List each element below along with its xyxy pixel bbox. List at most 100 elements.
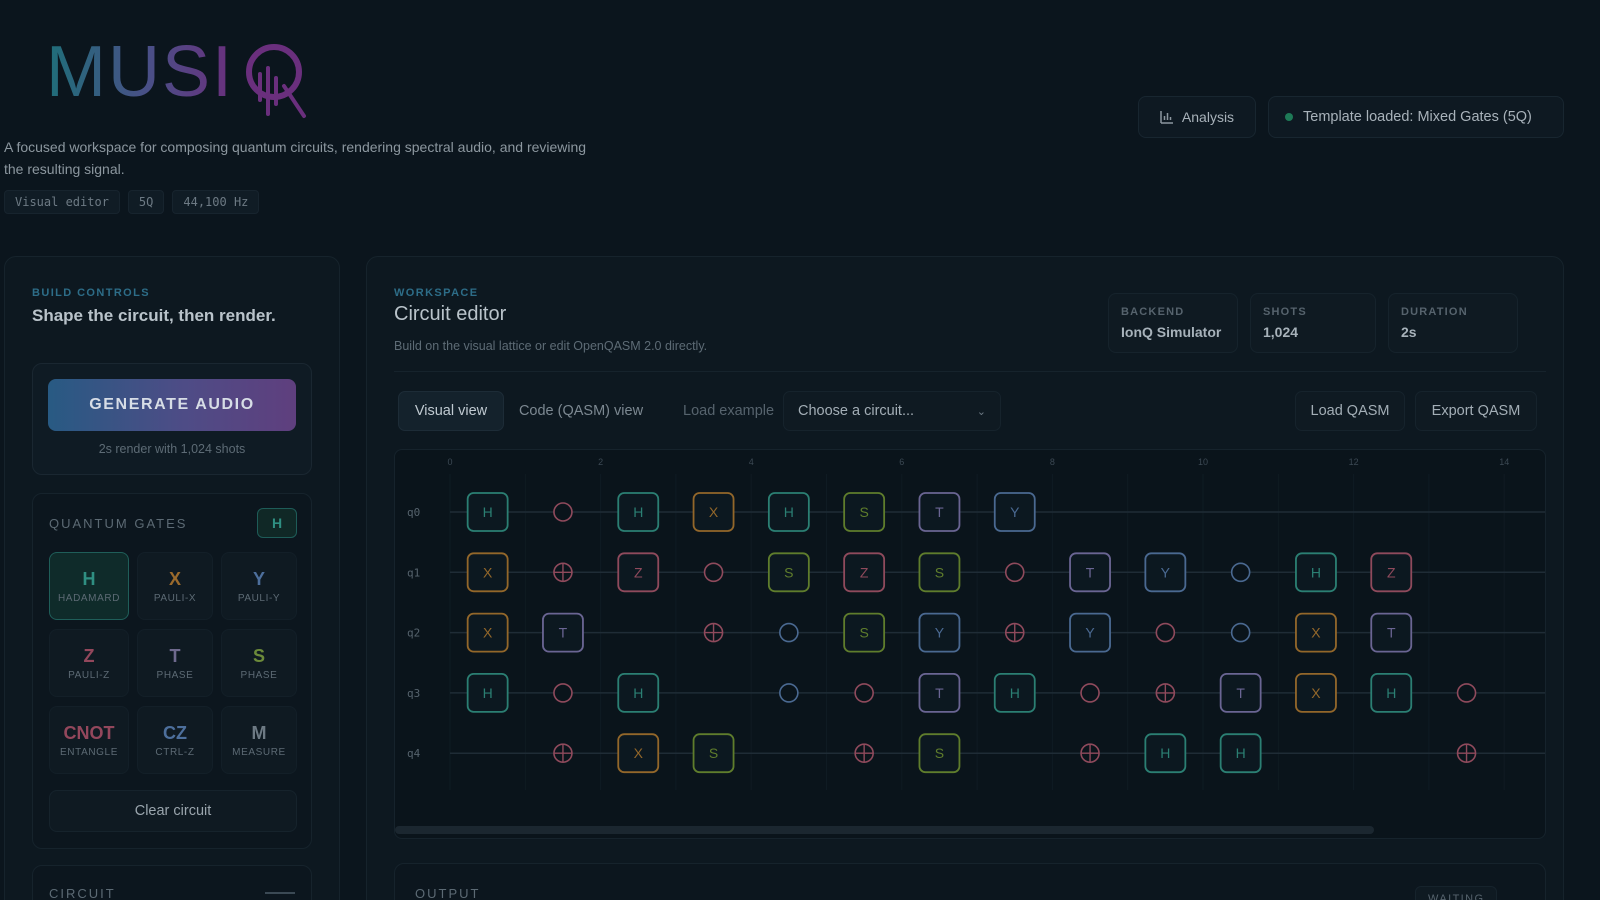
gate-h-block[interactable]: H — [617, 672, 660, 713]
column-tick-label: 0 — [447, 457, 452, 467]
cnot-target-icon[interactable] — [703, 622, 724, 643]
app-tagline: A focused workspace for composing quantu… — [4, 139, 587, 177]
gate-label: Z — [634, 564, 643, 580]
gate-h-block[interactable]: H — [993, 672, 1036, 713]
control-dot-icon[interactable] — [1230, 622, 1251, 643]
output-eyebrow: OUTPUT — [415, 886, 481, 900]
column-tick-label: 8 — [1050, 457, 1055, 467]
gate-t-block[interactable]: T — [542, 612, 584, 653]
control-dot-icon[interactable] — [854, 683, 874, 703]
gate-label: X — [1311, 625, 1321, 641]
gate-h-block[interactable]: H — [1219, 733, 1262, 774]
clear-circuit-button[interactable]: Clear circuit — [49, 790, 297, 832]
control-dot-icon[interactable] — [703, 562, 724, 583]
workspace-eyebrow: WORKSPACE — [394, 287, 479, 299]
gate-h-block[interactable]: H — [466, 492, 509, 532]
gate-s-block[interactable]: S — [692, 733, 735, 774]
control-dot-icon[interactable] — [779, 622, 799, 643]
cnot-target-icon[interactable] — [1456, 743, 1477, 764]
bar-chart-icon — [1160, 111, 1173, 124]
horizontal-scrollbar[interactable] — [395, 826, 1374, 834]
gate-h-block[interactable]: H — [1370, 672, 1413, 713]
example-circuit-select[interactable]: Choose a circuit... ⌄ — [783, 391, 1001, 431]
select-value: Choose a circuit... — [798, 403, 915, 419]
column-tick-label: 2 — [598, 457, 603, 467]
gate-label: S — [709, 745, 718, 761]
gate-tile-phase[interactable]: S PHASE — [221, 629, 297, 697]
gate-s-block[interactable]: S — [843, 492, 886, 532]
quantum-gates-eyebrow: QUANTUM GATES — [49, 516, 188, 531]
gate-name: CTRL-Z — [155, 746, 195, 758]
gate-label: H — [633, 504, 643, 520]
control-dot-icon[interactable] — [1004, 562, 1025, 583]
load-qasm-button[interactable]: Load QASM — [1295, 391, 1405, 431]
gate-s-block[interactable]: S — [918, 552, 961, 593]
gate-t-block[interactable]: T — [1219, 672, 1262, 713]
gate-x-block[interactable]: X — [1295, 612, 1337, 653]
control-dot-icon[interactable] — [1080, 683, 1100, 703]
collapse-line-icon[interactable] — [265, 892, 295, 894]
cnot-target-icon[interactable] — [553, 743, 573, 764]
circuit-diagram[interactable]: 0 2 4 6 8 10 12 14 q0 q1 q2 q3 q4 H H X H S T Y X Z S Z S T Y H Z X T S… — [395, 450, 1546, 824]
gate-tile-pauli-y[interactable]: Y PAULI-Y — [221, 552, 297, 620]
gate-s-block[interactable]: S — [843, 612, 886, 653]
generate-audio-button[interactable]: GENERATE AUDIO — [48, 379, 296, 431]
gate-y-block[interactable]: Y — [1144, 552, 1187, 593]
gate-z-block[interactable]: Z — [617, 552, 660, 593]
gate-x-block[interactable]: X — [617, 733, 660, 774]
gate-s-block[interactable]: S — [918, 733, 961, 774]
gate-y-block[interactable]: Y — [918, 612, 961, 653]
gate-t-block[interactable]: T — [1069, 552, 1111, 593]
gate-tile-measure[interactable]: M MEASURE — [221, 706, 297, 774]
cnot-target-icon[interactable] — [1080, 743, 1100, 764]
cnot-target-icon[interactable] — [1155, 683, 1176, 703]
control-dot-icon[interactable] — [779, 683, 799, 703]
gate-x-block[interactable]: X — [466, 552, 509, 593]
gate-tile-hadamard[interactable]: H HADAMARD — [49, 552, 129, 620]
gate-label: S — [784, 564, 793, 580]
gate-tile-pauli-z[interactable]: Z PAULI-Z — [49, 629, 129, 697]
gate-tile-ctrl-z[interactable]: CZ CTRL-Z — [137, 706, 213, 774]
gate-z-block[interactable]: Z — [1370, 552, 1413, 593]
gate-name: PHASE — [156, 669, 194, 681]
gate-h-block[interactable]: H — [767, 492, 810, 532]
cnot-target-icon[interactable] — [553, 562, 573, 583]
gate-y-block[interactable]: Y — [993, 492, 1036, 532]
gate-tile-pauli-x[interactable]: X PAULI-X — [137, 552, 213, 620]
cnot-target-icon[interactable] — [854, 743, 874, 764]
gates-collapse-toggle[interactable]: H — [257, 508, 297, 538]
export-qasm-button[interactable]: Export QASM — [1415, 391, 1537, 431]
gate-tile-phase[interactable]: T PHASE — [137, 629, 213, 697]
gate-h-block[interactable]: H — [466, 672, 509, 713]
gate-t-block[interactable]: T — [1370, 612, 1413, 653]
gate-t-block[interactable]: T — [918, 492, 961, 532]
gate-x-block[interactable]: X — [692, 492, 735, 532]
gate-x-block[interactable]: X — [1295, 672, 1337, 713]
tab-code-view[interactable]: Code (QASM) view — [507, 391, 655, 431]
control-dot-icon[interactable] — [553, 502, 573, 522]
control-dot-icon[interactable] — [553, 683, 573, 703]
gate-label: T — [935, 504, 944, 520]
gate-s-block[interactable]: S — [767, 552, 810, 593]
gate-label: H — [483, 504, 493, 520]
stat-value: 1,024 — [1263, 324, 1299, 340]
svg-text:MUSI: MUSI — [46, 34, 234, 112]
gate-label: T — [935, 685, 944, 701]
cnot-target-icon[interactable] — [1004, 622, 1025, 643]
column-tick-label: 6 — [899, 457, 904, 467]
control-dot-icon[interactable] — [1230, 562, 1251, 583]
gate-h-block[interactable]: H — [1295, 552, 1337, 593]
chip-editor-mode: Visual editor — [4, 190, 120, 214]
gate-h-block[interactable]: H — [1144, 733, 1187, 774]
gate-y-block[interactable]: Y — [1069, 612, 1111, 653]
circuit-canvas[interactable]: 0 2 4 6 8 10 12 14 q0 q1 q2 q3 q4 H H X H S T Y X Z S Z S T Y H Z X T S… — [394, 449, 1546, 839]
analysis-button[interactable]: Analysis — [1138, 96, 1256, 138]
control-dot-icon[interactable] — [1155, 622, 1176, 643]
gate-z-block[interactable]: Z — [843, 552, 886, 593]
gate-tile-entangle[interactable]: CNOT ENTANGLE — [49, 706, 129, 774]
gate-h-block[interactable]: H — [617, 492, 660, 532]
gate-x-block[interactable]: X — [466, 612, 509, 653]
gate-t-block[interactable]: T — [918, 672, 961, 713]
tab-visual-view[interactable]: Visual view — [398, 391, 504, 431]
control-dot-icon[interactable] — [1456, 683, 1477, 703]
